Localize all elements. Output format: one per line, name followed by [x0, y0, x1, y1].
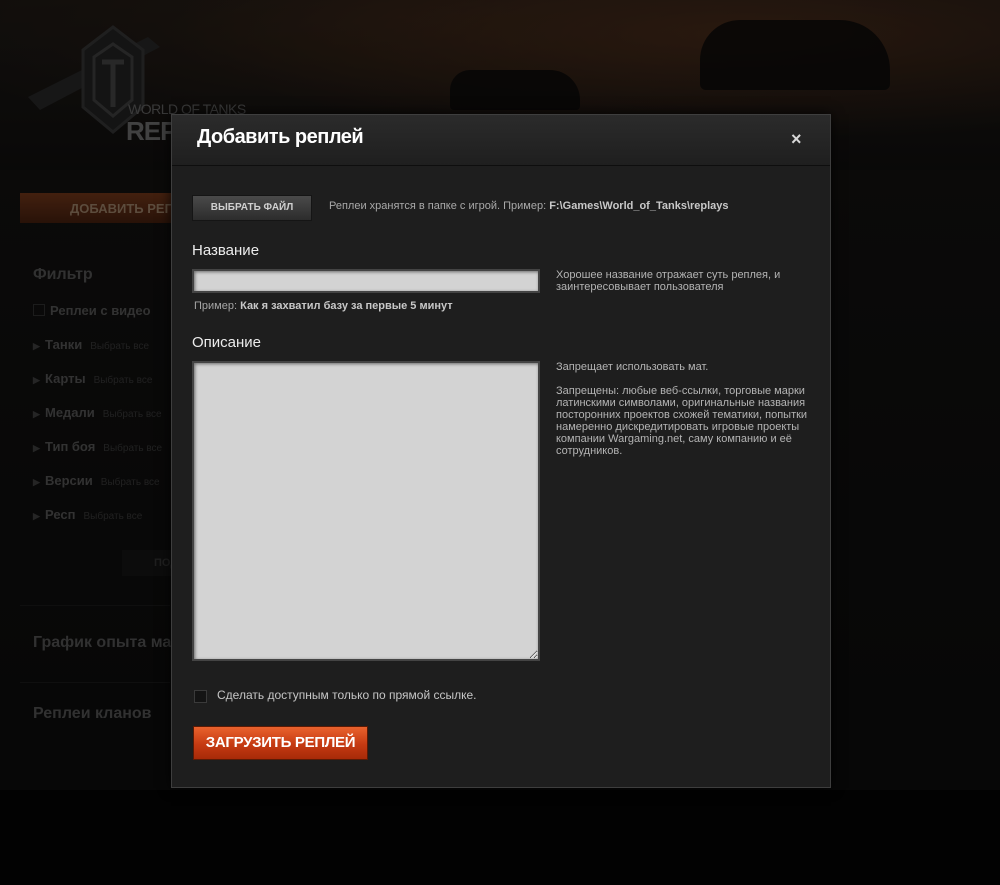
- example-value: Как я захватил базу за первые 5 минут: [240, 300, 453, 312]
- name-help-text: Хорошее название отражает суть реплея, и…: [556, 269, 781, 293]
- description-label: Описание: [192, 334, 262, 351]
- name-label: Название: [192, 242, 260, 259]
- file-location-hint: Реплеи хранятся в папке с игрой. Пример:…: [329, 200, 729, 212]
- private-link-label[interactable]: Сделать доступным только по прямой ссылк…: [217, 688, 477, 702]
- description-help-rule-1: Запрещает использовать мат.: [556, 361, 709, 373]
- example-prefix: Пример:: [194, 300, 238, 312]
- name-example: Пример: Как я захватил базу за первые 5 …: [194, 300, 453, 312]
- file-hint-text: Реплеи хранятся в папке с игрой. Пример:: [329, 200, 547, 212]
- name-input[interactable]: [192, 269, 540, 293]
- close-icon[interactable]: ×: [791, 129, 802, 150]
- description-help-rule-2: Запрещены: любые веб-ссылки, торговые ма…: [556, 385, 808, 457]
- dialog-header: Добавить реплей ×: [172, 115, 830, 166]
- add-replay-dialog: Добавить реплей × ВЫБРАТЬ ФАЙЛ Реплеи хр…: [171, 114, 831, 788]
- file-hint-path: F:\Games\World_of_Tanks\replays: [549, 200, 729, 212]
- description-textarea[interactable]: [192, 361, 540, 661]
- private-link-checkbox[interactable]: [194, 690, 207, 703]
- dialog-title: Добавить реплей: [197, 126, 364, 148]
- choose-file-button[interactable]: ВЫБРАТЬ ФАЙЛ: [192, 195, 312, 221]
- upload-replay-button[interactable]: ЗАГРУЗИТЬ РЕПЛЕЙ: [193, 726, 368, 760]
